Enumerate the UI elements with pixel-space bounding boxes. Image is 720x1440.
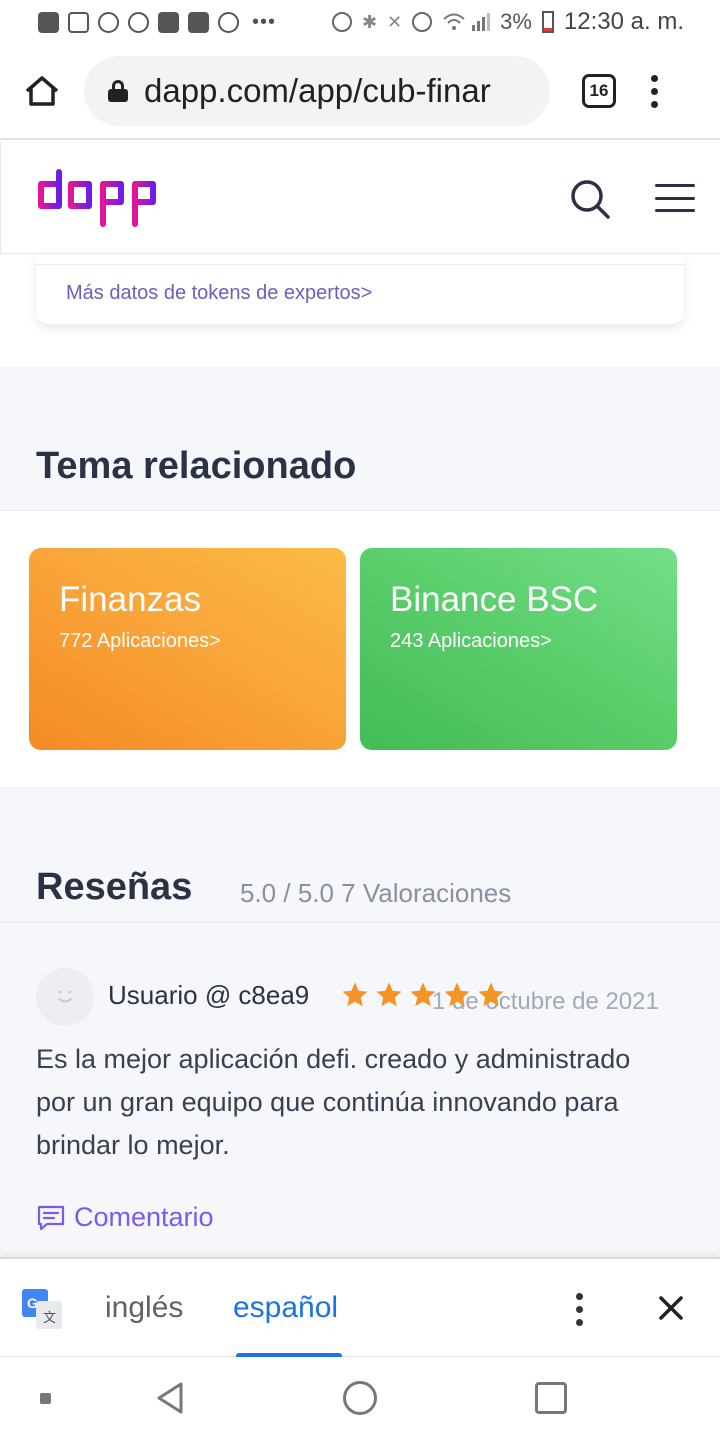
tab-switcher-button[interactable]: 16 <box>582 74 616 108</box>
data-saver-icon <box>331 12 352 32</box>
wifi-signal-icon <box>443 13 491 31</box>
battery-percent: 3% <box>500 9 532 34</box>
home-button[interactable] <box>0 43 84 139</box>
message-notification-icon <box>68 11 89 33</box>
facebook-notification-icon-2 <box>188 11 209 33</box>
reviews-divider <box>0 922 720 923</box>
assistant-indicator-icon[interactable] <box>40 1393 51 1404</box>
star-icon <box>376 982 402 1007</box>
topic-app-count: 772 Aplicaciones> <box>59 630 221 652</box>
topic-name: Binance BSC <box>390 580 599 619</box>
url-text: dapp.com/app/cub-finar <box>144 72 491 109</box>
mute-icon: ✕ <box>387 11 403 32</box>
recent-apps-icon[interactable] <box>535 1382 567 1414</box>
status-bar: ••• ✱ ✕ 3% 12:30 a. m. <box>0 0 720 44</box>
svg-text:G: G <box>27 1295 38 1311</box>
bluetooth-icon: ✱ <box>361 11 378 32</box>
star-icon <box>342 982 368 1007</box>
dapp-logo[interactable]: dapp <box>35 168 167 233</box>
alert-notification-icon <box>38 11 59 33</box>
expert-token-data-link[interactable]: Más datos de tokens de expertos> <box>66 282 372 305</box>
star-icon <box>410 982 436 1007</box>
star-icon <box>478 982 504 1007</box>
reviews-title: Reseñas <box>36 866 193 908</box>
system-indicators: ✱ ✕ 3% 12:30 a. m. <box>331 8 684 36</box>
avatar <box>36 968 94 1026</box>
messenger-notification-icon <box>98 11 119 33</box>
hamburger-menu-icon[interactable] <box>655 184 695 212</box>
related-topics-title: Tema relacionado <box>36 445 357 487</box>
home-icon <box>25 76 59 106</box>
battery-icon <box>541 11 554 33</box>
translate-options-button[interactable] <box>576 1293 583 1326</box>
related-topics-cards: Finanzas 772 Aplicaciones> Binance BSC 2… <box>0 511 720 787</box>
card-divider <box>36 264 684 265</box>
notification-icons: ••• <box>38 11 276 34</box>
google-translate-icon: G 文 <box>22 1289 62 1329</box>
related-topics-header: Tema relacionado <box>0 367 720 511</box>
pinterest-notification-icon <box>218 11 239 33</box>
reviews-section: Reseñas 5.0 / 5.0 7 Valoraciones Usuario… <box>0 787 720 1257</box>
source-language-tab[interactable]: inglés <box>105 1291 183 1325</box>
topic-name: Finanzas <box>59 580 202 619</box>
back-icon[interactable] <box>154 1381 186 1415</box>
target-language-tab[interactable]: español <box>233 1291 338 1325</box>
token-data-card: Más datos de tokens de expertos> <box>36 254 684 324</box>
comment-button[interactable]: Comentario <box>36 1202 214 1233</box>
system-navigation-bar <box>0 1357 720 1440</box>
site-header: dapp <box>0 142 720 254</box>
comment-icon <box>37 1205 65 1230</box>
smiley-face-icon <box>58 990 72 1003</box>
more-notifications-icon: ••• <box>252 10 277 33</box>
topic-card-finanzas[interactable]: Finanzas 772 Aplicaciones> <box>29 548 346 750</box>
translate-bar: G 文 inglés español <box>0 1257 720 1358</box>
review-username: Usuario @ c8ea9 <box>108 980 310 1010</box>
address-bar[interactable]: dapp.com/app/cub-finar <box>84 56 550 126</box>
topic-card-binance-bsc[interactable]: Binance BSC 243 Aplicaciones> <box>360 548 677 750</box>
review-text: Es la mejor aplicación defi. creado y ad… <box>36 1044 631 1160</box>
close-icon[interactable] <box>656 1293 686 1323</box>
search-icon[interactable] <box>569 178 611 220</box>
browser-menu-button[interactable] <box>650 74 658 108</box>
home-nav-icon[interactable] <box>343 1381 377 1415</box>
topic-app-count: 243 Aplicaciones> <box>390 630 552 652</box>
review-star-rating <box>340 980 506 1010</box>
clock: 12:30 a. m. <box>563 8 684 35</box>
whatsapp-notification-icon <box>128 11 149 33</box>
alarm-icon <box>412 12 433 32</box>
browser-toolbar: dapp.com/app/cub-finar 16 <box>0 44 720 140</box>
comment-label: Comentario <box>74 1202 214 1232</box>
facebook-notification-icon <box>158 11 179 33</box>
svg-text:文: 文 <box>43 1311 56 1326</box>
rating-summary: 5.0 / 5.0 7 Valoraciones <box>240 878 512 908</box>
lock-icon <box>108 80 128 102</box>
star-icon <box>444 982 470 1007</box>
